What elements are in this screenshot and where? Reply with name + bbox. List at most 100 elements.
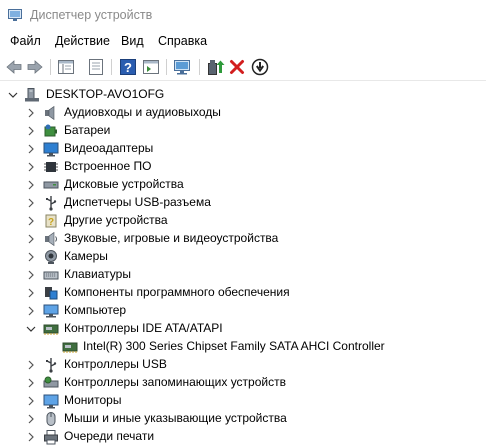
menu-action[interactable]: Действие	[55, 34, 110, 48]
tree-category-software-components[interactable]: Компоненты программного обеспечения	[0, 284, 486, 302]
tree-root-label: DESKTOP-AVO1OFG	[46, 87, 165, 101]
tree-category-label: Камеры	[64, 249, 108, 263]
chevron-right-icon[interactable]	[25, 413, 37, 425]
printer-icon	[44, 430, 58, 445]
chevron-right-icon[interactable]	[25, 143, 37, 155]
tree-category-label: Клавиатуры	[64, 267, 131, 281]
keyboard-icon	[43, 271, 59, 280]
chevron-right-icon[interactable]	[25, 161, 37, 173]
menu-bar: Файл Действие Вид Справка	[0, 31, 486, 53]
tree-category-usb-controllers[interactable]: Контроллеры USB	[0, 356, 486, 374]
tree-category-label: Контроллеры запоминающих устройств	[64, 375, 286, 389]
tree-category-mice[interactable]: Мыши и иные указывающие устройства	[0, 410, 486, 428]
help-icon[interactable]: ?	[118, 57, 138, 77]
tree-category-sound-video-game[interactable]: Звуковые, игровые и видеоустройства	[0, 230, 486, 248]
tree-device-label: Intel(R) 300 Series Chipset Family SATA …	[83, 339, 385, 353]
storage-controller-icon	[43, 376, 59, 388]
tree-category-display-adapters[interactable]: Видеоадаптеры	[0, 140, 486, 158]
usb-connector-icon	[46, 196, 57, 211]
tree-category-label: Диспетчеры USB-разъема	[64, 195, 211, 209]
tree-category-label: Другие устройства	[64, 213, 168, 227]
speaker-icon	[45, 105, 55, 121]
unknown-device-icon: ?	[45, 214, 57, 228]
svg-text:?: ?	[48, 217, 54, 228]
ide-controller-icon	[62, 342, 78, 353]
window-title: Диспетчер устройств	[30, 8, 153, 22]
toolbar-separator	[166, 59, 167, 75]
chevron-right-icon[interactable]	[25, 125, 37, 137]
device-manager-icon	[8, 9, 22, 21]
camera-icon	[45, 250, 57, 264]
sound-icon	[45, 231, 57, 247]
tree-root[interactable]: DESKTOP-AVO1OFG	[0, 86, 486, 104]
back-icon[interactable]	[4, 57, 24, 77]
software-component-icon	[45, 287, 58, 300]
tree-category-label: Звуковые, игровые и видеоустройства	[64, 231, 279, 245]
ide-controller-icon	[43, 324, 59, 335]
device-tree[interactable]: DESKTOP-AVO1OFG Аудиовходы и аудиовыходы…	[0, 84, 486, 445]
computer-icon	[43, 304, 59, 318]
chevron-right-icon[interactable]	[25, 251, 37, 263]
tree-category-label: Контроллеры IDE ATA/ATAPI	[64, 321, 223, 335]
update-driver-icon[interactable]	[205, 57, 225, 77]
tree-category-firmware[interactable]: Встроенное ПО	[0, 158, 486, 176]
tree-category-label: Дисковые устройства	[64, 177, 184, 191]
tree-category-monitors[interactable]: Мониторы	[0, 392, 486, 410]
mouse-icon	[46, 412, 56, 426]
tree-category-keyboards[interactable]: Клавиатуры	[0, 266, 486, 284]
svg-text:?: ?	[124, 60, 132, 75]
tree-category-cameras[interactable]: Камеры	[0, 248, 486, 266]
scan-hardware-icon[interactable]	[172, 57, 192, 77]
firmware-icon	[44, 162, 58, 172]
chevron-down-icon[interactable]	[25, 323, 37, 335]
menu-help[interactable]: Справка	[158, 34, 207, 48]
tree-category-label: Компоненты программного обеспечения	[64, 285, 290, 299]
toolbar-separator	[199, 59, 200, 75]
tree-category-print-queues[interactable]: Очереди печати	[0, 428, 486, 446]
chevron-down-icon[interactable]	[7, 89, 19, 101]
tree-category-storage-controllers[interactable]: Контроллеры запоминающих устройств	[0, 374, 486, 392]
chevron-right-icon[interactable]	[25, 269, 37, 281]
chevron-right-icon[interactable]	[25, 431, 37, 443]
view-icon[interactable]	[141, 57, 161, 77]
toolbar-separator	[50, 59, 51, 75]
chevron-right-icon[interactable]	[25, 215, 37, 227]
chevron-right-icon[interactable]	[25, 377, 37, 389]
chevron-right-icon[interactable]	[25, 305, 37, 317]
tree-category-label: Встроенное ПО	[64, 159, 152, 173]
tree-category-other-devices[interactable]: ? Другие устройства	[0, 212, 486, 230]
forward-icon[interactable]	[25, 57, 45, 77]
tree-category-label: Мониторы	[64, 393, 122, 407]
properties-icon[interactable]	[86, 57, 106, 77]
tree-category-ide-controllers[interactable]: Контроллеры IDE ATA/ATAPI	[0, 320, 486, 338]
usb-controller-icon	[46, 358, 57, 373]
tree-category-label: Компьютер	[64, 303, 127, 317]
tree-category-label: Видеоадаптеры	[64, 141, 154, 155]
toolbar-separator	[111, 59, 112, 75]
battery-icon	[44, 124, 57, 137]
tree-category-computer[interactable]: Компьютер	[0, 302, 486, 320]
tree-category-usb-connectors[interactable]: Диспетчеры USB-разъема	[0, 194, 486, 212]
chevron-right-icon[interactable]	[25, 395, 37, 407]
disable-icon[interactable]	[250, 57, 270, 77]
chevron-right-icon[interactable]	[25, 233, 37, 245]
chevron-right-icon[interactable]	[25, 197, 37, 209]
tree-category-label: Контроллеры USB	[64, 357, 167, 371]
monitor-icon	[43, 394, 59, 409]
chevron-right-icon[interactable]	[25, 107, 37, 119]
show-hide-tree-icon[interactable]	[56, 57, 76, 77]
chevron-right-icon[interactable]	[25, 179, 37, 191]
tree-category-batteries[interactable]: Батареи	[0, 122, 486, 140]
tree-category-label: Очереди печати	[64, 429, 155, 443]
uninstall-icon[interactable]	[227, 57, 247, 77]
tree-device-sata-ahci-controller[interactable]: Intel(R) 300 Series Chipset Family SATA …	[0, 338, 486, 356]
menu-file[interactable]: Файл	[10, 34, 41, 48]
menu-view[interactable]: Вид	[121, 34, 144, 48]
chevron-right-icon[interactable]	[25, 287, 37, 299]
tree-category-audio-io[interactable]: Аудиовходы и аудиовыходы	[0, 104, 486, 122]
tree-category-disk-drives[interactable]: Дисковые устройства	[0, 176, 486, 194]
computer-root-icon	[25, 88, 39, 102]
tree-category-label: Батареи	[64, 123, 111, 137]
chevron-right-icon[interactable]	[25, 359, 37, 371]
toolbar: ?	[0, 54, 486, 81]
